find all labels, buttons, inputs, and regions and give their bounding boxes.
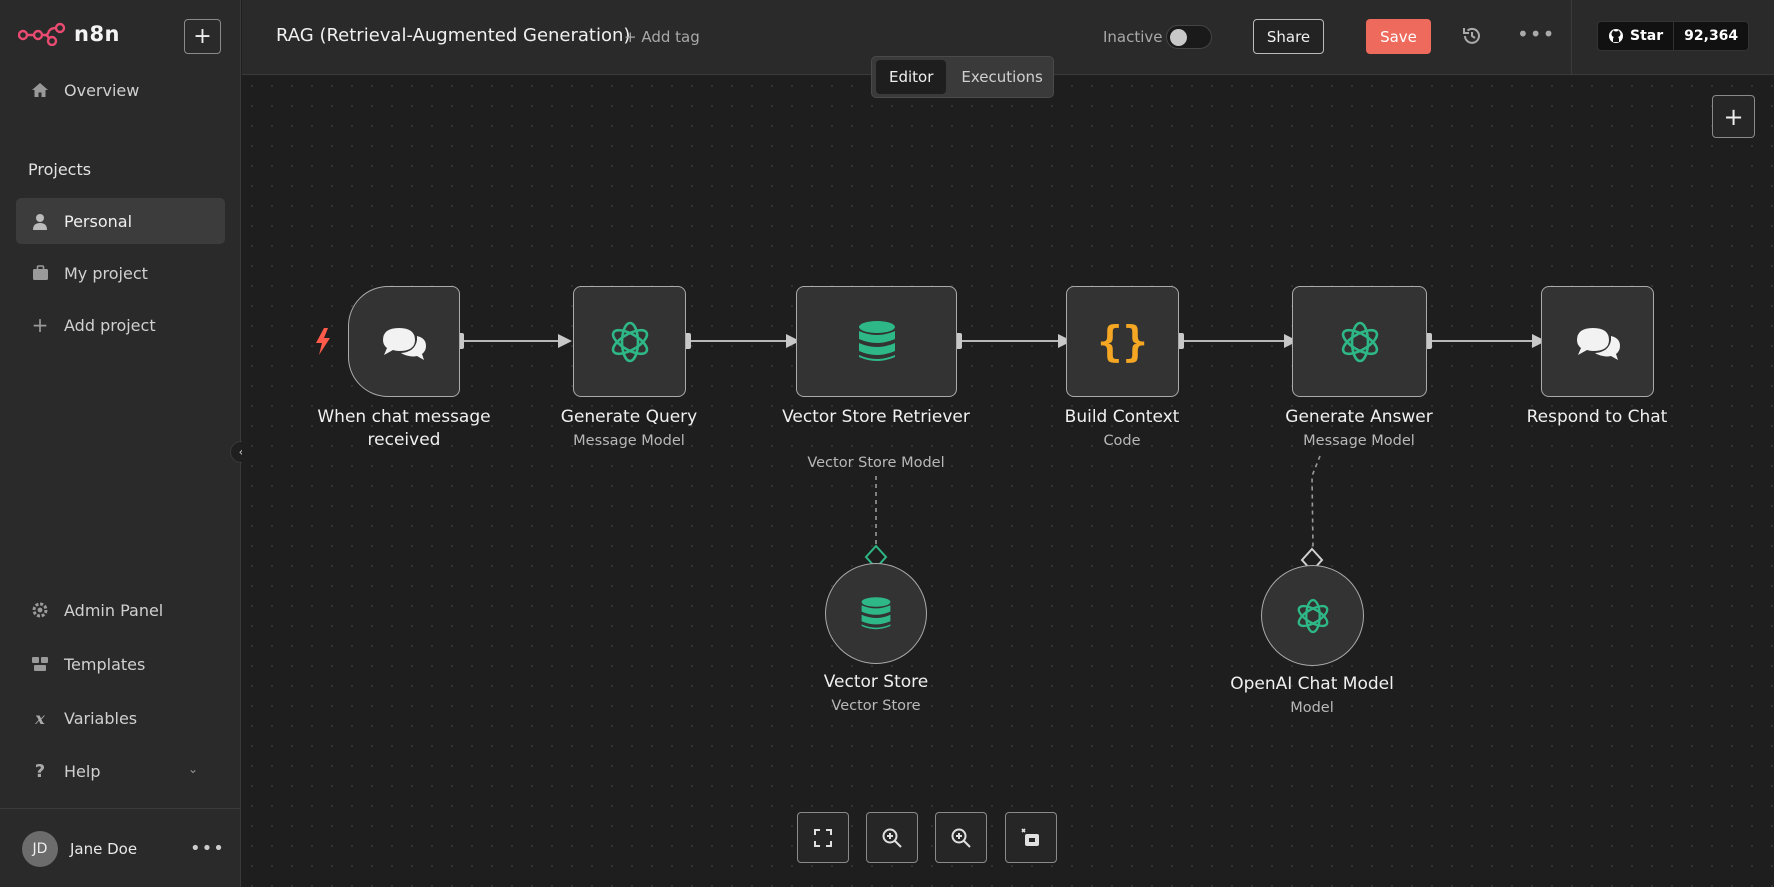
github-star-count: 92,364 <box>1684 28 1739 44</box>
node-respond-to-chat[interactable] <box>1541 286 1654 397</box>
node-chat-trigger[interactable] <box>348 286 460 397</box>
sidebar-item-label: My project <box>64 263 148 283</box>
chat-icon <box>1576 327 1620 360</box>
history-icon[interactable] <box>1460 24 1484 48</box>
sidebar-item-overview[interactable]: Overview <box>16 67 225 113</box>
workflow-title[interactable]: RAG (Retrieval-Augmented Generation) <box>276 25 630 46</box>
sidebar-item-label: Help <box>64 761 101 781</box>
active-status-label: Inactive <box>1103 28 1163 46</box>
templates-icon <box>30 654 50 674</box>
github-star-button[interactable]: Star 92,364 <box>1597 21 1750 51</box>
sidebar-item-variables[interactable]: x Variables <box>16 695 225 741</box>
sidebar-item-label: Add project <box>64 315 156 335</box>
node-label: Generate Query <box>560 407 698 427</box>
node-subtitle: Code <box>1103 433 1141 449</box>
node-generate-query[interactable] <box>573 286 686 397</box>
n8n-logo-icon <box>18 22 66 46</box>
top-divider <box>1571 0 1572 75</box>
chevron-down-icon[interactable]: ⌄ <box>188 762 198 776</box>
sidebar-item-label: Personal <box>64 211 133 231</box>
projects-section-title: Projects <box>28 160 92 179</box>
user-more-icon[interactable]: ••• <box>190 838 225 859</box>
github-star: Star <box>1598 22 1675 50</box>
plus-icon: + <box>31 313 49 337</box>
github-star-label: Star <box>1630 28 1664 44</box>
openai-icon <box>611 321 648 362</box>
sidebar-item-label: Templates <box>64 654 146 674</box>
node-openai-chat-model[interactable] <box>1261 565 1364 666</box>
app-name: n8n <box>74 22 121 46</box>
variable-icon: x <box>35 708 45 728</box>
zoom-out-button[interactable] <box>935 812 987 863</box>
sidebar-item-templates[interactable]: Templates <box>16 641 225 687</box>
node-label: Build Context <box>1064 407 1180 427</box>
user-icon <box>30 211 50 231</box>
node-label: Respond to Chat <box>1526 407 1668 427</box>
add-node-button[interactable]: + <box>1712 95 1755 138</box>
add-tag-button[interactable]: + Add tag <box>624 28 700 46</box>
tab-executions[interactable]: Executions <box>948 60 1055 94</box>
fit-view-button[interactable] <box>797 812 849 863</box>
gear-icon <box>30 600 50 620</box>
zoom-in-icon <box>882 828 902 848</box>
zoom-out-icon <box>951 828 971 848</box>
tidy-up-icon <box>1021 827 1039 846</box>
trigger-bolt-icon <box>316 328 330 355</box>
sidebar-item-my-project[interactable]: My project <box>16 250 225 296</box>
node-vector-store-retriever[interactable] <box>796 286 957 397</box>
avatar: JD <box>22 831 58 867</box>
node-label: OpenAI Chat Model <box>1230 674 1394 694</box>
database-icon <box>858 320 895 361</box>
node-subtitle: Model <box>1290 700 1334 716</box>
sidebar: n8n + Overview Projects Personal My proj… <box>0 0 241 887</box>
node-label: When chat message received <box>317 407 491 450</box>
sidebar-item-label: Overview <box>64 80 140 100</box>
share-button[interactable]: Share <box>1253 19 1324 54</box>
sidebar-item-label: Variables <box>64 708 138 728</box>
save-button[interactable]: Save <box>1366 19 1431 54</box>
node-label: Vector Store <box>823 672 929 692</box>
more-options-icon[interactable]: ••• <box>1517 22 1555 46</box>
node-label: Generate Answer <box>1285 407 1433 427</box>
sidebar-item-label: Admin Panel <box>64 600 164 620</box>
node-label: Vector Store Retriever <box>782 407 970 427</box>
workflow-canvas[interactable] <box>242 76 1774 887</box>
user-name: Jane Doe <box>70 840 138 858</box>
openai-icon <box>1341 321 1378 362</box>
briefcase-icon <box>30 263 50 283</box>
node-subtitle: Message Model <box>1303 433 1415 449</box>
plus-icon: + <box>193 24 212 49</box>
view-tabs: Editor Executions <box>871 56 1054 98</box>
home-icon <box>30 80 50 100</box>
chat-icon <box>383 327 426 360</box>
tidy-up-button[interactable] <box>1005 812 1057 863</box>
user-menu[interactable]: JD Jane Doe <box>22 831 137 867</box>
sidebar-item-personal[interactable]: Personal <box>16 198 225 244</box>
database-icon <box>861 596 891 629</box>
openai-icon <box>1297 598 1328 633</box>
n8n-logo[interactable]: n8n <box>18 22 120 46</box>
toggle-knob <box>1170 29 1187 46</box>
node-subtitle: Vector Store <box>831 698 921 714</box>
node-build-context[interactable]: {} <box>1066 286 1179 397</box>
sidebar-divider <box>0 808 241 809</box>
fit-view-icon <box>814 828 832 847</box>
tab-editor[interactable]: Editor <box>876 60 947 94</box>
create-new-button[interactable]: + <box>184 19 221 54</box>
node-subtitle: Message Model <box>573 433 685 449</box>
code-braces-icon: {} <box>1097 317 1148 366</box>
sidebar-item-add-project[interactable]: + Add project <box>16 302 225 348</box>
active-toggle[interactable] <box>1166 25 1212 49</box>
node-subtitle: Vector Store Model <box>807 455 945 471</box>
github-icon <box>1609 29 1623 43</box>
node-vector-store[interactable] <box>825 563 927 664</box>
node-generate-answer[interactable] <box>1292 286 1427 397</box>
zoom-in-button[interactable] <box>866 812 918 863</box>
plus-icon: + <box>1723 102 1744 131</box>
question-icon: ? <box>34 760 46 782</box>
sidebar-item-admin-panel[interactable]: Admin Panel <box>16 587 225 633</box>
